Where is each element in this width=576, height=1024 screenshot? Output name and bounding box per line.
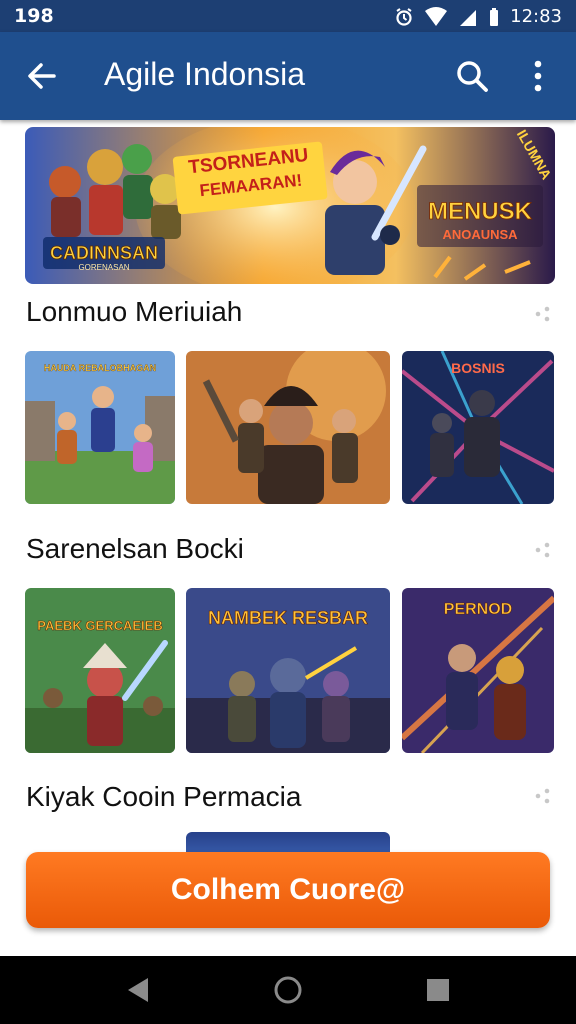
tile-caption: BOSNIS: [451, 360, 505, 376]
arrow-left-icon[interactable]: [24, 58, 60, 94]
search-icon[interactable]: [454, 58, 490, 94]
tile-caption: HAUDA REBALOBHAGAN: [44, 363, 156, 373]
more-dots-icon[interactable]: [532, 540, 556, 560]
nav-recents-icon[interactable]: [422, 974, 454, 1006]
game-tile-3[interactable]: BOSNIS: [402, 351, 554, 504]
nav-back-icon[interactable]: [122, 974, 154, 1006]
app-bar: Agile Indonsia: [0, 32, 576, 120]
status-bar: 198 12:83: [0, 0, 576, 32]
game-tile-5[interactable]: NAMBEK RESBAR: [186, 588, 390, 753]
tile-caption: PERNOD: [444, 601, 512, 618]
battery-icon: [490, 7, 499, 26]
nav-home-icon[interactable]: [272, 974, 304, 1006]
status-left-text: 198: [14, 5, 54, 27]
banner-left-text: CADINNSAN: [50, 243, 158, 263]
section-title-2: Sarenelsan Bocki: [26, 533, 244, 564]
system-nav-bar: [0, 956, 576, 1024]
cta-label: Colhem Cuore@: [170, 873, 406, 906]
status-time: 12:83: [510, 6, 562, 27]
page-title: Agile Indonsia: [104, 56, 306, 92]
more-vert-icon[interactable]: [524, 58, 552, 94]
tile-caption: PAEBK GERCAEIEB: [37, 618, 162, 633]
game-tile-6[interactable]: PERNOD: [402, 588, 554, 753]
section-title-1: Lonmuo Meriuiah: [26, 296, 243, 327]
banner-left-subtext: GORENASAN: [78, 263, 129, 272]
game-tile-1[interactable]: HAUDA REBALOBHAGAN: [25, 351, 175, 504]
signal-icon: [460, 9, 477, 26]
banner-right-text-2: ANOAUNSA: [442, 227, 518, 242]
promo-banner[interactable]: CADINNSAN GORENASAN TSORNEANU FEMAARAN! …: [25, 127, 555, 284]
game-tile-4[interactable]: PAEBK GERCAEIEB: [25, 588, 175, 753]
wifi-icon: [425, 6, 448, 26]
tile-caption: NAMBEK RESBAR: [208, 608, 368, 628]
more-dots-icon[interactable]: [532, 304, 556, 324]
banner-right-text-1: MENUSK: [428, 198, 533, 225]
more-dots-icon[interactable]: [532, 786, 556, 806]
cta-button[interactable]: Colhem Cuore@: [26, 852, 550, 928]
section-title-3: Kiyak Cooin Permacia: [26, 781, 302, 812]
alarm-icon: [396, 7, 412, 26]
game-tile-2[interactable]: [186, 351, 390, 504]
